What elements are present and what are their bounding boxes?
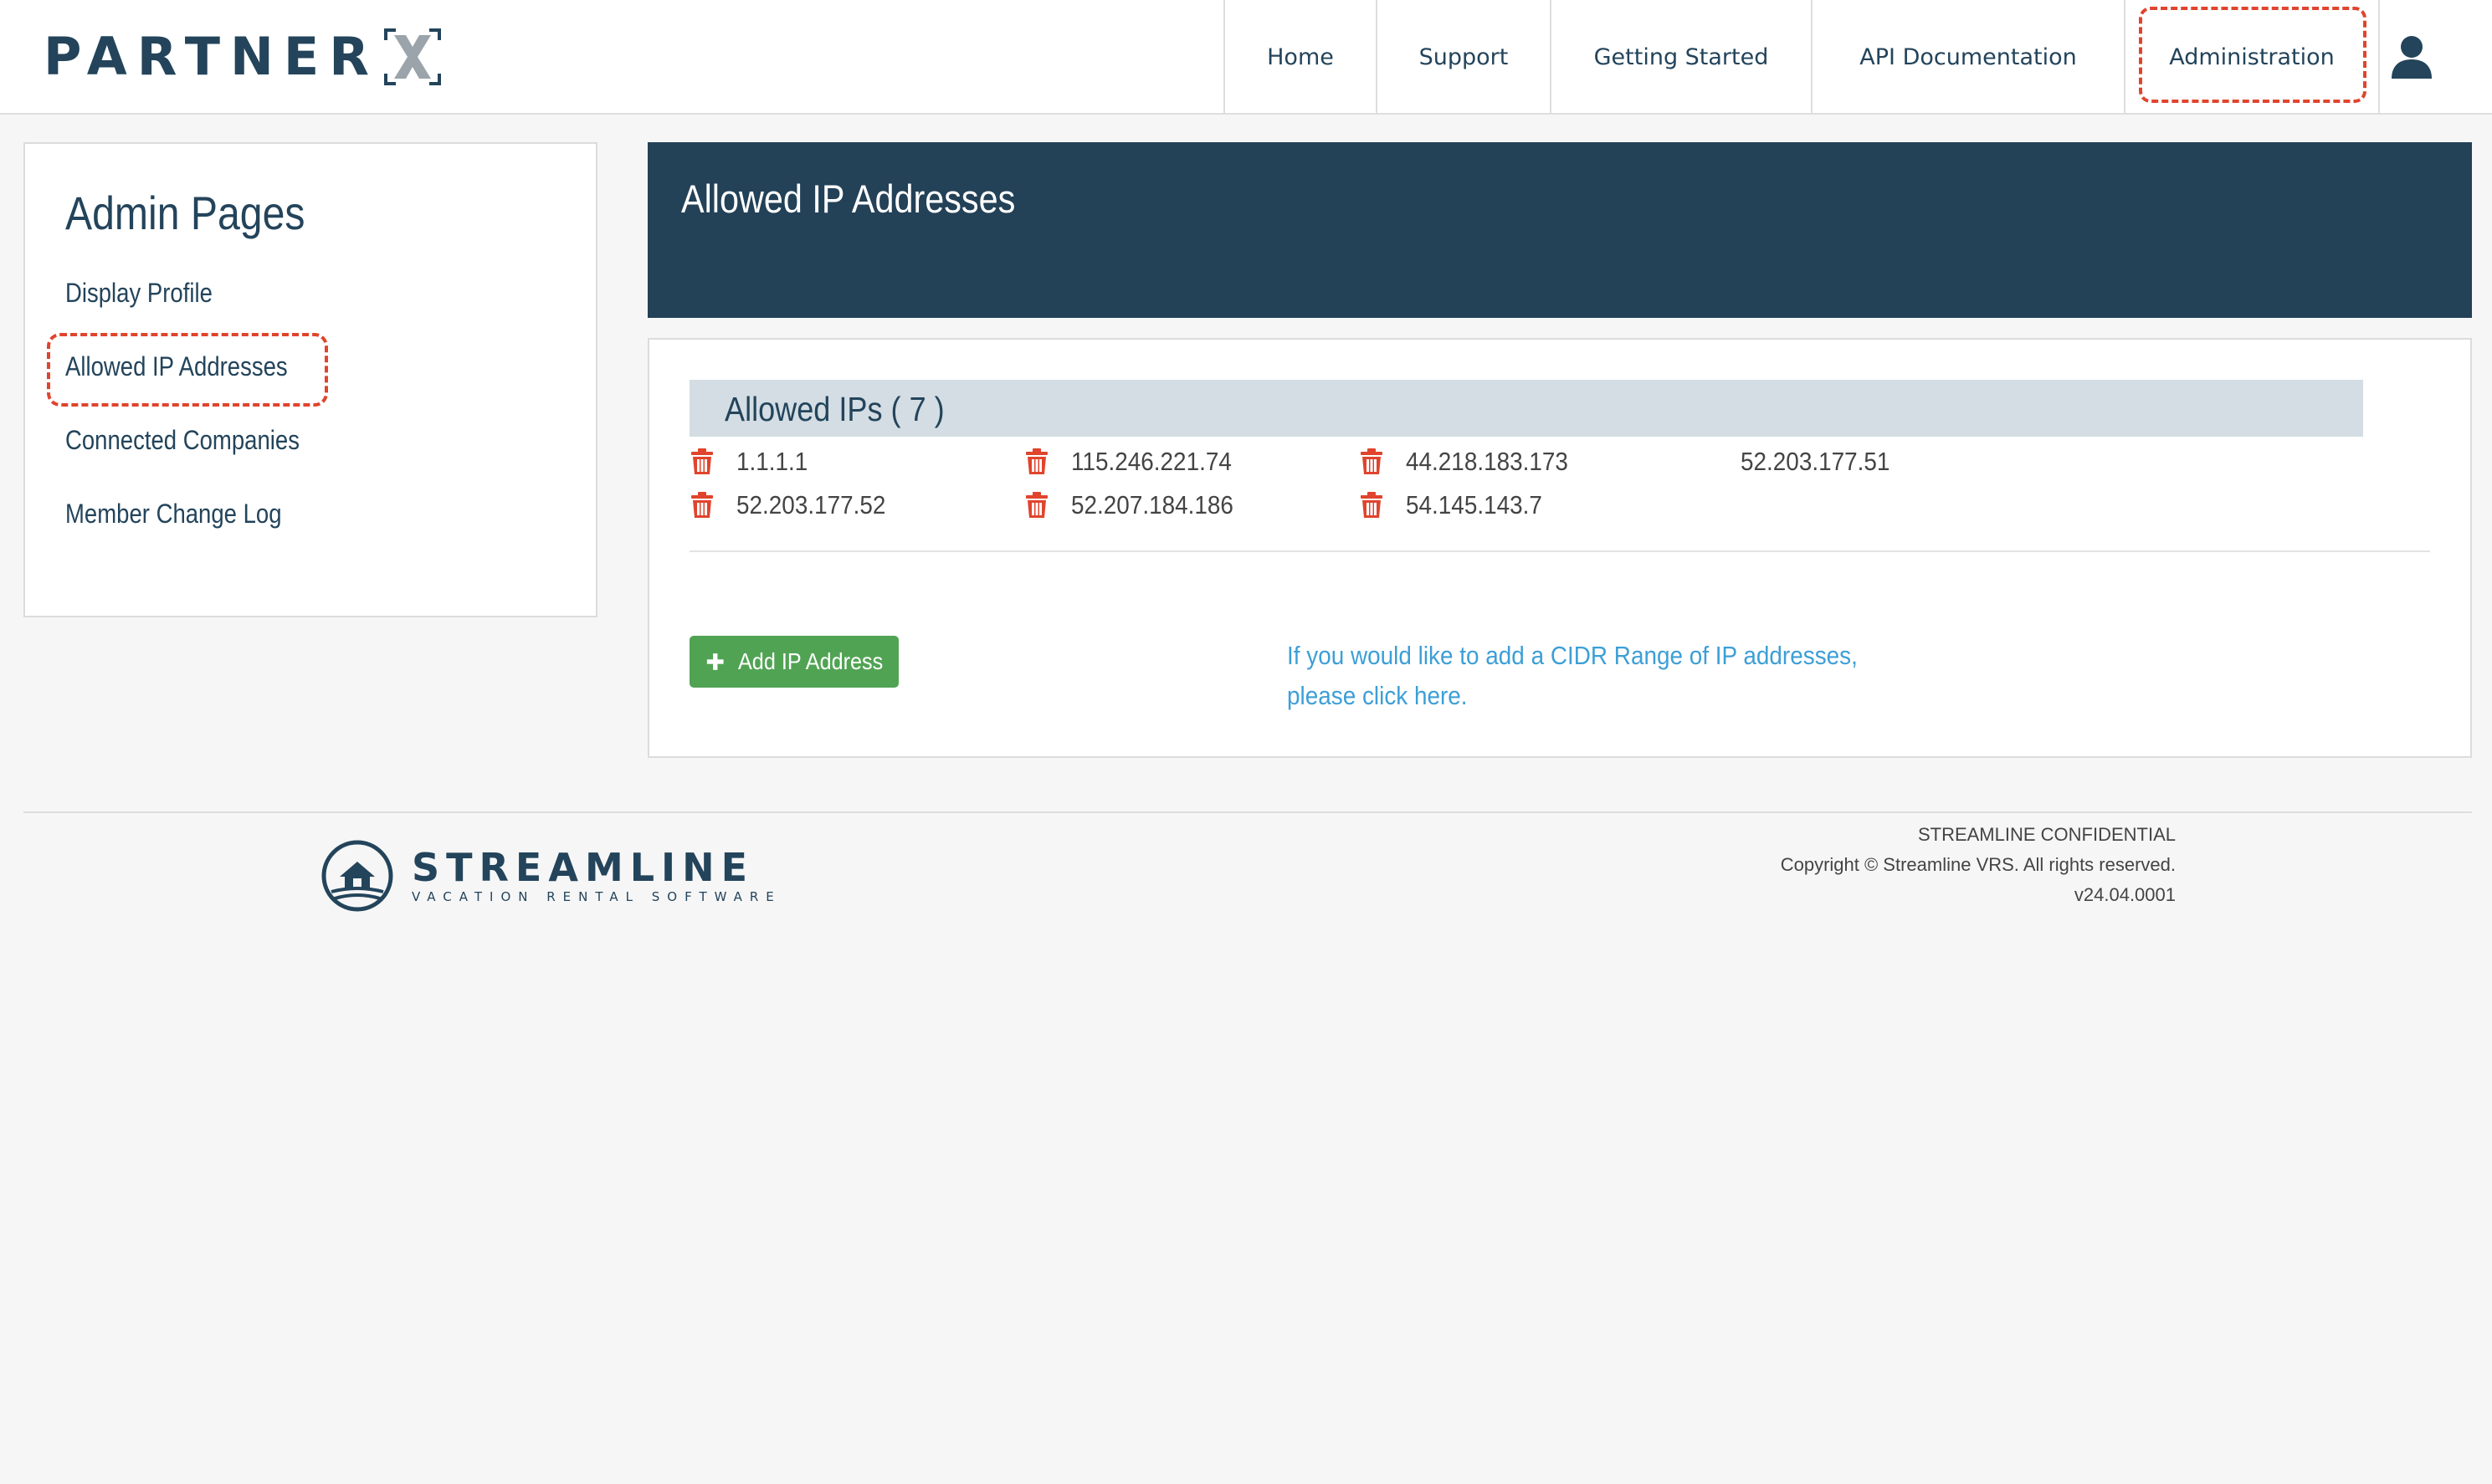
nav-support[interactable]: Support [1376, 0, 1550, 115]
ip-address-text: 115.246.221.74 [1071, 447, 1232, 476]
page-title: Allowed IP Addresses [681, 177, 1016, 221]
ip-entry: 44.218.183.173 [1359, 445, 1587, 478]
footer-divider [23, 811, 2472, 813]
ip-address-text: 52.203.177.51 [1741, 447, 1890, 476]
footer-copyright: Copyright © Streamline VRS. All rights r… [1780, 854, 2176, 875]
trash-icon[interactable] [1359, 492, 1384, 519]
nav-api-documentation-label: API Documentation [1859, 44, 2077, 70]
ip-address-text: 44.218.183.173 [1406, 447, 1568, 476]
cidr-range-link[interactable]: If you would like to add a CIDR Range of… [1287, 636, 1858, 716]
user-icon [2392, 36, 2432, 79]
highlight-annotation [2139, 7, 2366, 103]
plus-icon [706, 653, 724, 670]
ip-entry: 54.145.143.7 [1359, 489, 1557, 522]
ip-address-text: 54.145.143.7 [1406, 490, 1542, 519]
nav-api-documentation[interactable]: API Documentation [1811, 0, 2124, 115]
ip-entry: 52.203.177.51 [1694, 445, 1906, 478]
nav-home-label: Home [1267, 44, 1334, 70]
trash-icon[interactable] [690, 492, 715, 519]
nav-administration[interactable]: Administration [2124, 0, 2380, 115]
add-ip-address-button[interactable]: Add IP Address [690, 636, 899, 688]
admin-sidebar: Admin Pages Display Profile Allowed IP A… [23, 142, 597, 617]
trash-icon[interactable] [690, 448, 715, 475]
highlight-annotation [47, 333, 328, 407]
partnerx-logo[interactable]: PARTNER [44, 25, 441, 89]
ip-address-text: 1.1.1.1 [736, 447, 808, 476]
logo-x-mark-icon [383, 28, 441, 85]
cidr-line-1: If you would like to add a CIDR Range of… [1287, 641, 1858, 670]
ip-entry: 52.207.184.186 [1024, 489, 1252, 522]
top-navbar: PARTNER Home Support Getting Started API… [0, 0, 2492, 115]
nav-home[interactable]: Home [1223, 0, 1376, 115]
ip-address-text: 52.207.184.186 [1071, 490, 1233, 519]
divider [690, 550, 2430, 552]
footer-logo-name: STREAMLINE [412, 845, 755, 890]
footer-version: v24.04.0001 [2074, 884, 2176, 905]
user-menu[interactable] [2377, 25, 2447, 89]
logo-text: PARTNER [44, 26, 379, 87]
page-banner: Allowed IP Addresses [648, 142, 2472, 318]
ip-entry: 115.246.221.74 [1024, 445, 1249, 478]
trash-icon[interactable] [1359, 448, 1384, 475]
add-ip-address-label: Add IP Address [737, 648, 883, 674]
ip-entry: 52.203.177.52 [690, 489, 902, 522]
allowed-ips-panel: Allowed IPs ( 7 ) 1.1.1.1 115.246.221.74 4… [648, 338, 2472, 758]
streamline-logo: STREAMLINE VACATION RENTAL SOFTWARE [321, 840, 782, 912]
ip-entry: 1.1.1.1 [690, 445, 816, 478]
allowed-ips-count: Allowed IPs ( 7 ) [725, 390, 945, 428]
sidebar-title: Admin Pages [65, 187, 305, 239]
nav-support-label: Support [1418, 44, 1509, 70]
footer-legal: STREAMLINE CONFIDENTIAL Copyright © Stre… [1781, 820, 2176, 910]
footer-logo-tagline: VACATION RENTAL SOFTWARE [412, 889, 782, 904]
ip-address-text: 52.203.177.52 [736, 490, 886, 519]
allowed-ips-header: Allowed IPs ( 7 ) [690, 380, 2363, 437]
nav-getting-started-label: Getting Started [1593, 44, 1769, 70]
footer-confidential: STREAMLINE CONFIDENTIAL [1917, 824, 2176, 845]
sidebar-item-member-change-log[interactable]: Member Change Log [65, 499, 282, 530]
trash-icon[interactable] [1024, 448, 1049, 475]
streamline-house-icon [321, 840, 393, 912]
sidebar-item-display-profile[interactable]: Display Profile [65, 278, 213, 309]
nav-getting-started[interactable]: Getting Started [1550, 0, 1811, 115]
trash-icon[interactable] [1024, 492, 1049, 519]
main-nav: Home Support Getting Started API Documen… [1223, 0, 2380, 115]
cidr-line-2: please click here. [1287, 681, 1468, 710]
sidebar-item-connected-companies[interactable]: Connected Companies [65, 425, 300, 456]
